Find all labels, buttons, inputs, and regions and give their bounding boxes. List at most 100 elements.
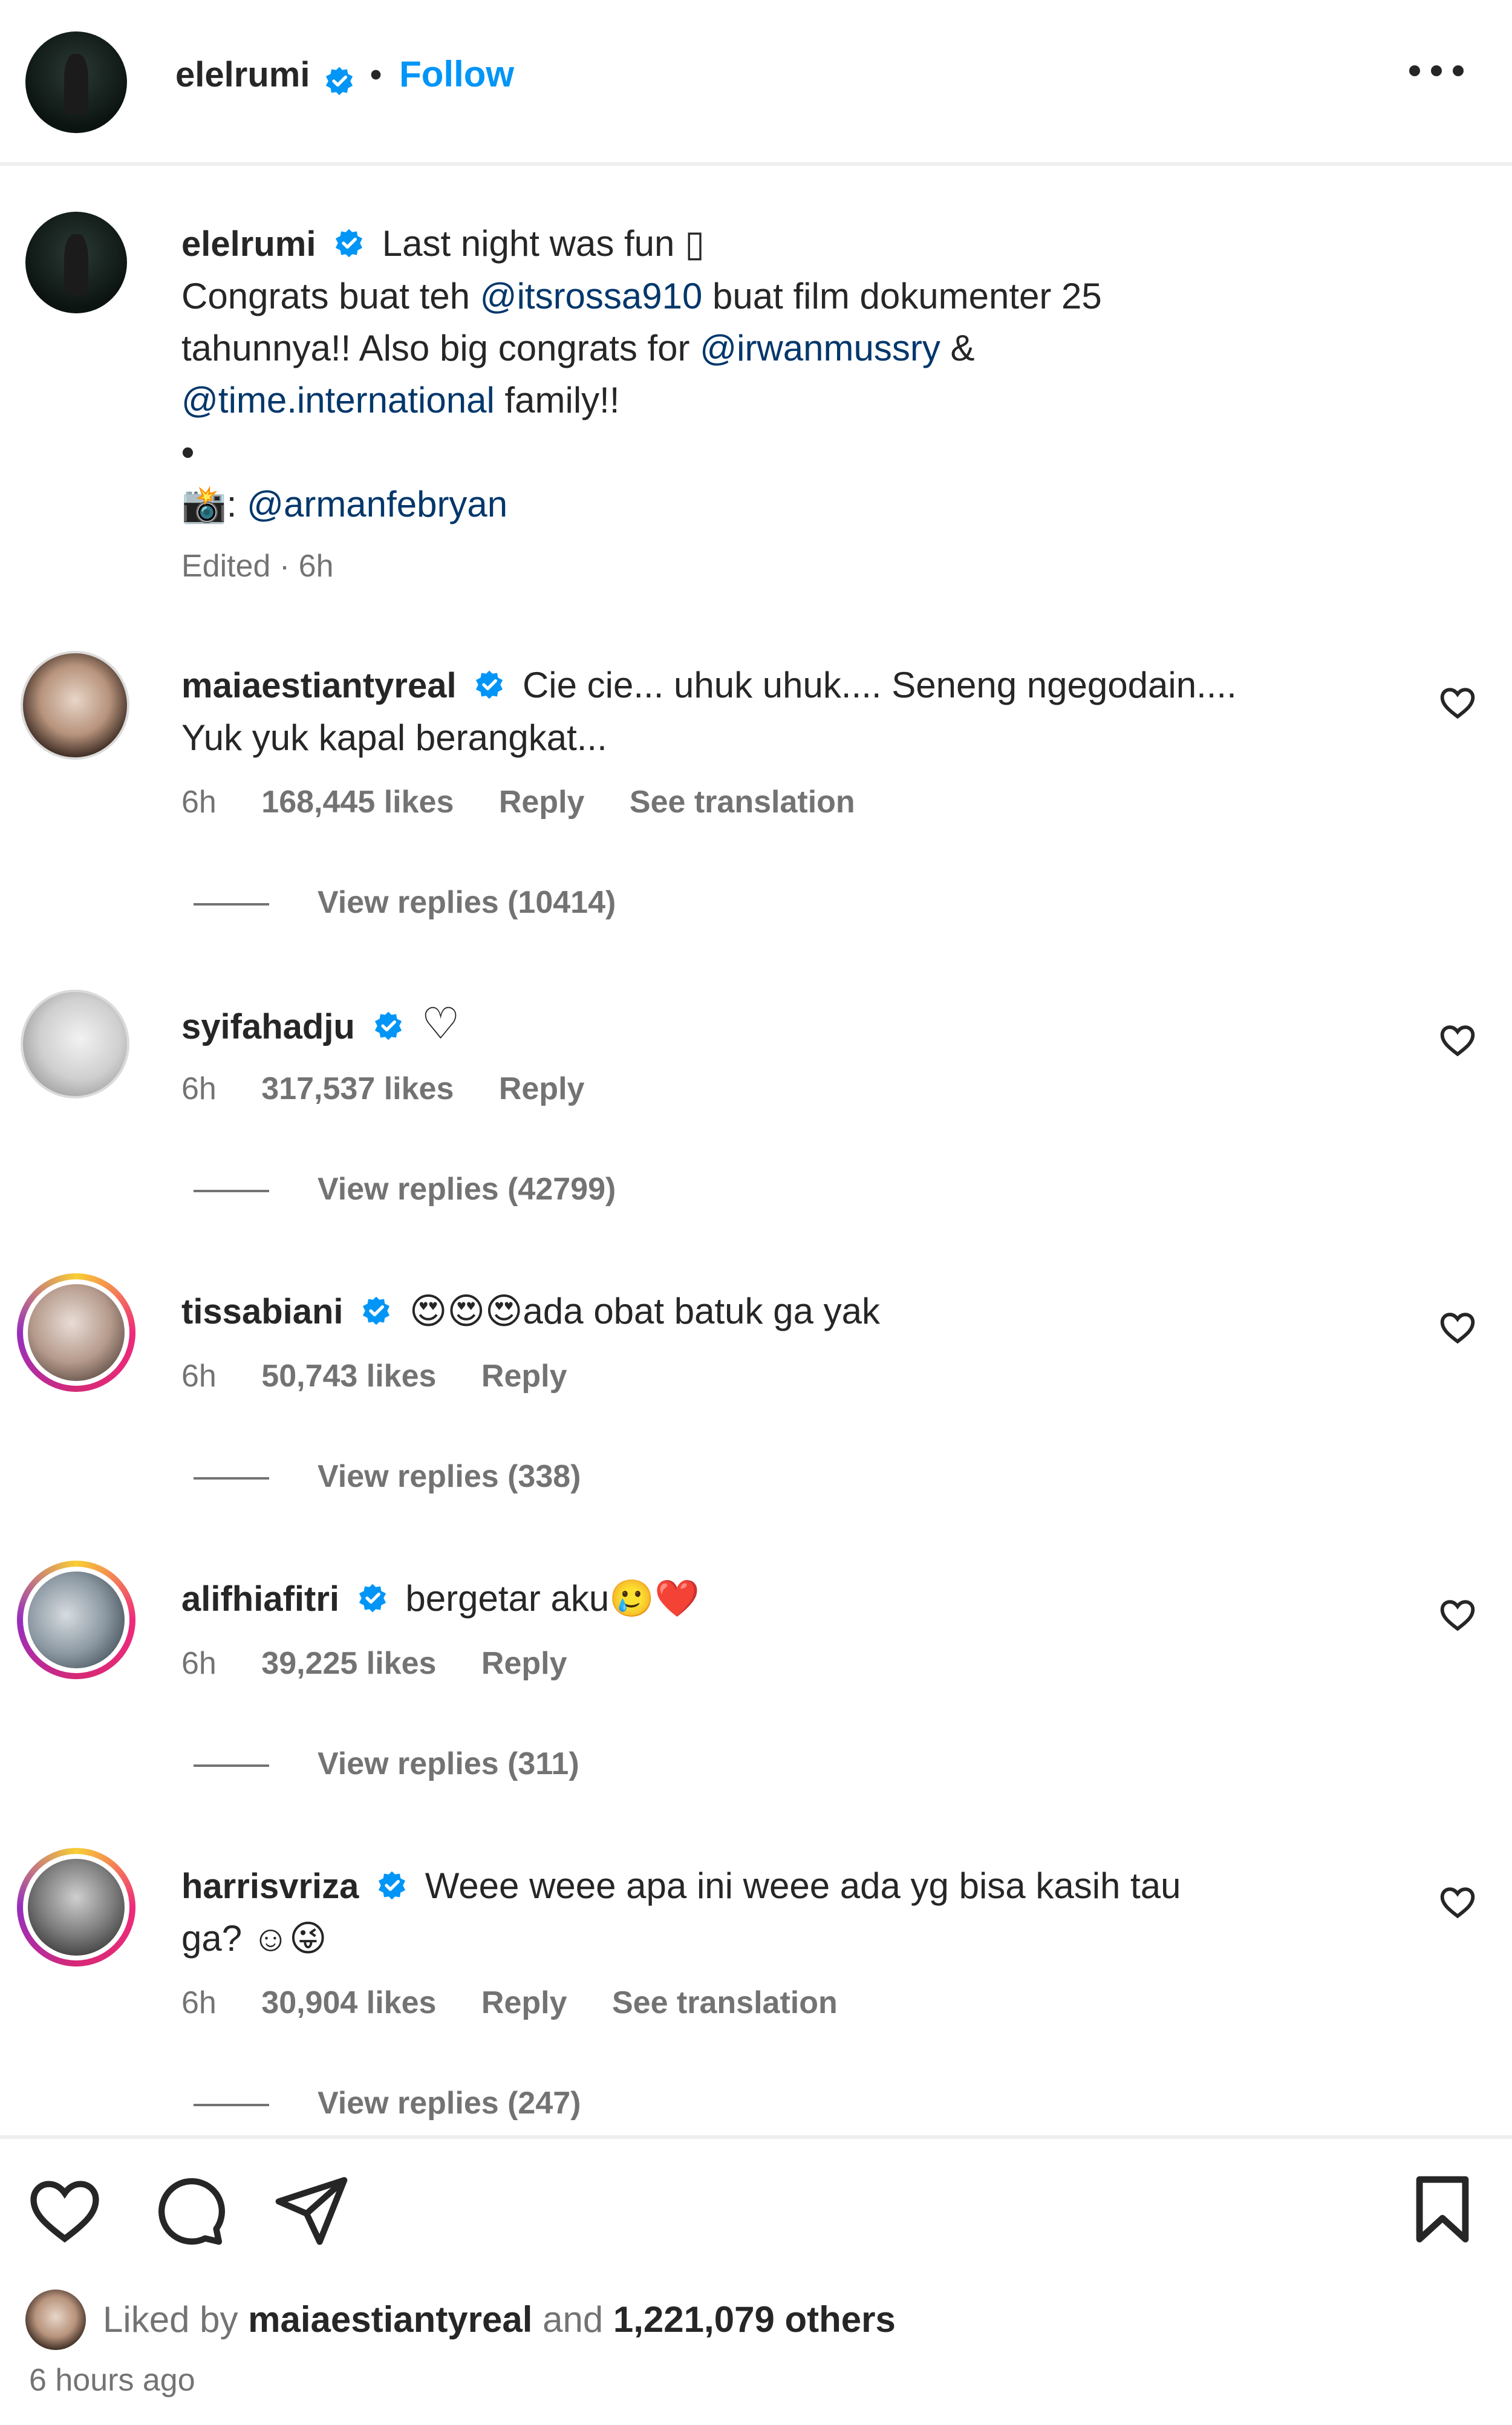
post-header: elelrumi • Follow <box>0 0 1512 162</box>
commenter-username[interactable]: alifhiafitri <box>181 1579 339 1619</box>
verified-badge-icon <box>363 1296 390 1325</box>
liked-by-mid: and <box>532 2299 613 2340</box>
view-replies-button[interactable]: View replies (10414) <box>194 884 616 921</box>
mention-link[interactable]: @irwanmussry <box>700 328 940 368</box>
liked-by-avatar[interactable] <box>25 2290 86 2350</box>
comment-time: 6h <box>181 1985 217 2020</box>
comment-text: Yuk yuk kapal berangkat... <box>181 717 607 758</box>
view-replies-label: View replies (247) <box>318 2086 581 2121</box>
see-translation-link[interactable]: See translation <box>630 785 855 820</box>
bookmark-save-icon[interactable] <box>1403 2170 1482 2249</box>
share-send-icon[interactable] <box>272 2170 351 2249</box>
view-replies-label: View replies (42799) <box>318 1172 616 1207</box>
caption-text-line1: Last night was fun ▯ <box>382 223 705 264</box>
caption-text: family!! <box>494 380 620 420</box>
replies-line <box>194 1764 269 1767</box>
comment-likes[interactable]: 317,537 likes <box>261 1071 454 1106</box>
liked-by-count[interactable]: 1,221,079 others <box>613 2299 896 2340</box>
comment-item: alifhiafitri bergetar aku🥲❤️ 6h 39,225 l… <box>0 1555 1512 1809</box>
comment-likes[interactable]: 39,225 likes <box>261 1646 436 1681</box>
see-translation-link[interactable]: See translation <box>612 1985 838 2020</box>
replies-line <box>194 2104 269 2107</box>
comment-item: syifahadju ♡ 6h 317,537 likes Reply View… <box>0 980 1512 1234</box>
reply-button[interactable]: Reply <box>499 1071 585 1106</box>
replies-line <box>194 903 269 906</box>
comment-text: Weee weee apa ini weee ada yg bisa kasih… <box>425 1865 1181 1906</box>
comment-item: harrisvriza Weee weee apa ini weee ada y… <box>0 1842 1512 2132</box>
caption-username[interactable]: elelrumi <box>181 224 316 264</box>
caption-text: buat film dokumenter 25 <box>702 276 1102 316</box>
author-username[interactable]: elelrumi <box>175 55 310 94</box>
comment-item: maiaestiantyreal Cie cie... uhuk uhuk...… <box>0 641 1512 932</box>
comment-text: bergetar aku🥲❤️ <box>405 1578 700 1619</box>
comment-likes[interactable]: 30,904 likes <box>261 1985 436 2020</box>
commenter-avatar[interactable] <box>21 990 129 1098</box>
mention-link[interactable]: @armanfebryan <box>247 484 507 524</box>
comment-meta: 6h 39,225 likes Reply <box>181 1645 604 1682</box>
comment-likes[interactable]: 50,743 likes <box>261 1359 436 1394</box>
like-comment-heart-icon[interactable] <box>1438 684 1477 722</box>
view-replies-button[interactable]: View replies (338) <box>194 1458 581 1495</box>
comment-text: ♡ <box>421 1000 460 1048</box>
view-replies-button[interactable]: View replies (311) <box>194 1746 579 1782</box>
edited-timestamp: Edited · 6h <box>181 549 334 584</box>
commenter-avatar-story-ring[interactable] <box>17 1561 135 1679</box>
reply-button[interactable]: Reply <box>499 785 585 820</box>
verified-badge-icon <box>359 1584 386 1613</box>
mention-link[interactable]: @time.international <box>181 380 495 420</box>
caption-author-avatar[interactable] <box>25 212 127 313</box>
liked-by-user[interactable]: maiaestiantyreal <box>248 2299 532 2340</box>
camera-icon: 📸 <box>181 484 227 524</box>
comment-text: Cie cie... uhuk uhuk.... Seneng ngegodai… <box>522 665 1237 705</box>
like-comment-heart-icon[interactable] <box>1438 1308 1477 1347</box>
commenter-avatar-story-ring[interactable] <box>17 1273 135 1392</box>
view-replies-label: View replies (10414) <box>318 885 616 920</box>
post-time-ago: 6 hours ago <box>29 2363 195 2398</box>
commenter-username[interactable]: syifahadju <box>181 1007 355 1046</box>
header-divider <box>0 162 1512 166</box>
mention-link[interactable]: @itsrossa910 <box>480 276 703 316</box>
commenter-username[interactable]: maiaestiantyreal <box>181 666 457 705</box>
comment-time: 6h <box>181 785 217 820</box>
caption-text: & <box>940 328 975 368</box>
comment-likes[interactable]: 168,445 likes <box>261 785 454 820</box>
like-comment-heart-icon[interactable] <box>1438 1021 1477 1060</box>
author-avatar[interactable] <box>25 31 127 133</box>
replies-line <box>194 1190 269 1193</box>
like-comment-heart-icon[interactable] <box>1438 1883 1477 1922</box>
view-replies-button[interactable]: View replies (42799) <box>194 1171 616 1207</box>
view-replies-label: View replies (311) <box>318 1746 579 1781</box>
verified-badge-icon <box>374 1011 402 1040</box>
caption-text: tahunnya!! Also big congrats for <box>181 328 700 368</box>
more-options-icon[interactable] <box>1409 65 1464 80</box>
like-heart-icon[interactable] <box>25 2172 104 2250</box>
view-replies-button[interactable]: View replies (247) <box>194 2085 581 2121</box>
reply-button[interactable]: Reply <box>481 1646 567 1681</box>
comment-meta: 6h 168,445 likes Reply See translation <box>181 784 891 820</box>
follow-button[interactable]: Follow <box>399 54 514 94</box>
liked-by-summary: Liked by maiaestiantyreal and 1,221,079 … <box>103 2299 896 2340</box>
comment-text: 😍😍😍ada obat batuk ga yak <box>409 1291 880 1331</box>
commenter-avatar-story-ring[interactable] <box>17 1848 135 1966</box>
verified-badge-icon <box>476 670 503 699</box>
comment-item: tissabiani 😍😍😍ada obat batuk ga yak 6h 5… <box>0 1267 1512 1521</box>
reply-button[interactable]: Reply <box>481 1985 567 2020</box>
verified-badge-icon <box>378 1871 406 1900</box>
actions-divider <box>0 2135 1512 2139</box>
commenter-username[interactable]: tissabiani <box>181 1292 344 1331</box>
comment-text: ga? ☺😜 <box>181 1918 327 1959</box>
liked-by-prefix: Liked by <box>103 2299 249 2340</box>
header-user-row: elelrumi • Follow <box>175 53 514 97</box>
reply-button[interactable]: Reply <box>481 1359 567 1394</box>
like-comment-heart-icon[interactable] <box>1438 1596 1477 1634</box>
post-caption: elelrumi Last night was fun ▯ Congrats b… <box>181 218 1391 592</box>
caption-text: Congrats buat teh <box>181 276 480 316</box>
comment-time: 6h <box>181 1071 217 1106</box>
comment-bubble-icon[interactable] <box>149 2172 227 2250</box>
comment-time: 6h <box>181 1359 217 1394</box>
separator-dot: • <box>370 55 382 94</box>
commenter-avatar[interactable] <box>21 651 129 760</box>
comment-meta: 6h 30,904 likes Reply See translation <box>181 1985 874 2021</box>
commenter-username[interactable]: harrisvriza <box>181 1867 359 1906</box>
caption-bullet: • <box>181 432 195 472</box>
